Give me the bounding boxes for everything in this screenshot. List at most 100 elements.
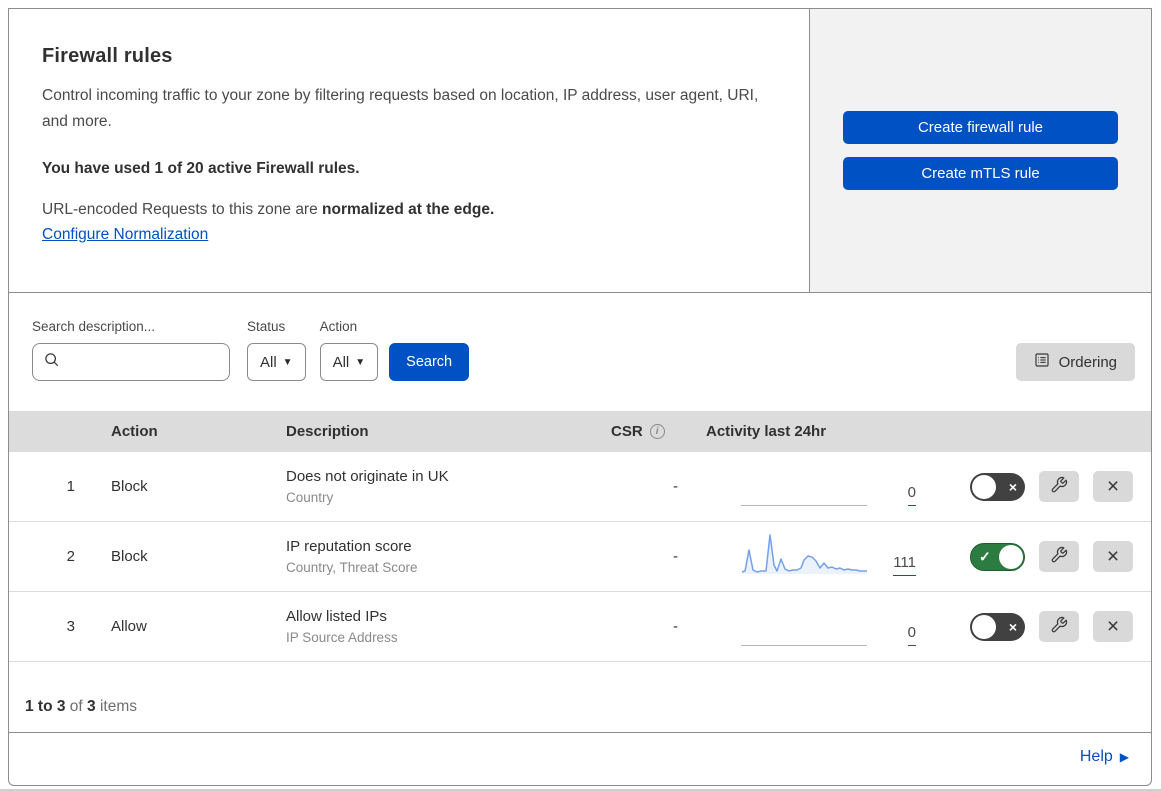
rule-description: Allow listed IPs IP Source Address [276,608,601,645]
wrench-icon [1050,546,1068,567]
normalization-bold: normalized at the edge. [322,201,495,219]
column-csr-label: CSR [611,423,643,440]
rule-activity: 0 [696,592,941,661]
activity-count-link[interactable]: 111 [893,555,916,576]
help-link[interactable]: Help ▶ [1080,748,1129,766]
activity-count-link[interactable]: 0 [907,485,916,506]
column-description: Description [286,423,369,440]
search-group: Search description... [32,319,247,381]
create-mtls-rule-button[interactable]: Create mTLS rule [843,157,1118,190]
column-activity: Activity last 24hr [706,423,827,440]
filter-bar: Search description... Status All ▼ Actio… [9,293,1151,411]
search-icon [43,351,60,373]
status-label: Status [247,319,286,334]
column-csr: CSR i [601,423,696,440]
activity-sparkline-flat [741,645,867,646]
help-link-label: Help [1079,747,1113,765]
status-select[interactable]: All ▼ [247,343,306,381]
rule-description: IP reputation score Country, Threat Scor… [276,538,601,575]
page-description: Control incoming traffic to your zone by… [42,87,759,131]
edit-rule-button[interactable] [1039,471,1079,502]
close-icon: × [1106,545,1120,568]
usage-summary: You have used 1 of 20 active Firewall ru… [42,160,360,178]
rule-priority: 3 [66,618,75,635]
action-filter-group: Action All ▼ [319,319,379,381]
rule-priority: 1 [66,478,75,495]
header-text-panel: Firewall rules Control incoming traffic … [9,9,810,292]
toggle-cross-icon: × [1008,478,1017,495]
rule-activity: 111 [696,522,941,591]
normalization-note: URL-encoded Requests to this zone are no… [42,201,769,219]
help-bar: Help ▶ [9,733,1151,780]
action-select[interactable]: All ▼ [319,343,379,381]
toggle-knob [972,614,996,639]
column-action: Action [111,423,158,440]
help-arrow-icon: ▶ [1119,749,1129,764]
rule-title: Does not originate in UK [286,468,449,485]
enable-toggle[interactable]: × [970,472,1025,501]
enable-toggle[interactable]: × [970,612,1025,641]
info-icon[interactable]: i [649,424,665,439]
delete-rule-button[interactable]: × [1093,471,1133,502]
activity-count-link[interactable]: 0 [907,625,916,646]
firewall-rules-card: Firewall rules Control incoming traffic … [8,8,1152,786]
search-input[interactable] [66,354,247,370]
ordering-icon [1034,352,1050,372]
close-icon: × [1106,615,1120,638]
rule-csr: - [673,618,678,635]
search-label: Search description... [32,319,156,334]
toggle-check-icon: ✓ [979,548,991,564]
rule-activity: 0 [696,452,941,521]
wrench-icon [1050,476,1068,497]
edit-rule-button[interactable] [1039,611,1079,642]
rule-title: Allow listed IPs [286,608,387,625]
toggle-knob [999,544,1023,569]
table-header: Action Description CSR i Activity last 2… [9,411,1151,452]
rule-fields: IP Source Address [286,630,398,645]
chevron-down-icon: ▼ [355,356,366,368]
toggle-cross-icon: × [1008,618,1017,635]
create-firewall-rule-button[interactable]: Create firewall rule [843,111,1118,144]
rule-fields: Country, Threat Score [286,560,418,575]
of-text: of [65,698,88,715]
rule-priority: 2 [66,548,75,565]
action-select-value: All [332,353,350,371]
rule-title: IP reputation score [286,538,412,555]
ordering-button-label: Ordering [1058,353,1117,371]
items-text: items [95,698,137,715]
rule-action: Block [111,478,148,495]
ordering-button[interactable]: Ordering [1015,343,1135,381]
status-filter-group: Status All ▼ [247,319,306,381]
rule-controls: × × [941,471,1151,502]
action-label: Action [319,319,358,334]
chevron-down-icon: ▼ [282,356,293,368]
status-select-value: All [260,353,277,371]
table-row: 1 Block Does not originate in UK Country… [9,452,1151,522]
configure-normalization-link[interactable]: Configure Normalization [42,226,208,244]
table-row: 3 Allow Allow listed IPs IP Source Addre… [9,592,1151,662]
table-row: 2 Block IP reputation score Country, Thr… [9,522,1151,592]
rule-action: Block [111,548,148,565]
actions-panel: Create firewall rule Create mTLS rule [810,9,1151,292]
activity-sparkline [741,534,867,574]
search-input-wrapper [32,343,247,381]
page-title: Firewall rules [42,45,173,67]
wrench-icon [1050,616,1068,637]
items-total: 3 [87,698,96,715]
delete-rule-button[interactable]: × [1093,611,1133,642]
header-section: Firewall rules Control incoming traffic … [9,9,1151,293]
rule-description: Does not originate in UK Country [276,468,601,505]
rule-csr: - [673,548,678,565]
activity-sparkline-flat [741,505,867,506]
rule-action: Allow [111,618,147,635]
rule-fields: Country [286,490,334,505]
delete-rule-button[interactable]: × [1093,541,1133,572]
edit-rule-button[interactable] [1039,541,1079,572]
rule-controls: × × [941,611,1151,642]
search-button[interactable]: Search [389,343,470,381]
rule-csr: - [673,478,678,495]
close-icon: × [1106,475,1120,498]
enable-toggle[interactable]: ✓ [970,542,1025,571]
items-range: 1 to 3 [25,698,66,715]
pagination-summary: 1 to 3 of 3 items [9,662,1151,733]
